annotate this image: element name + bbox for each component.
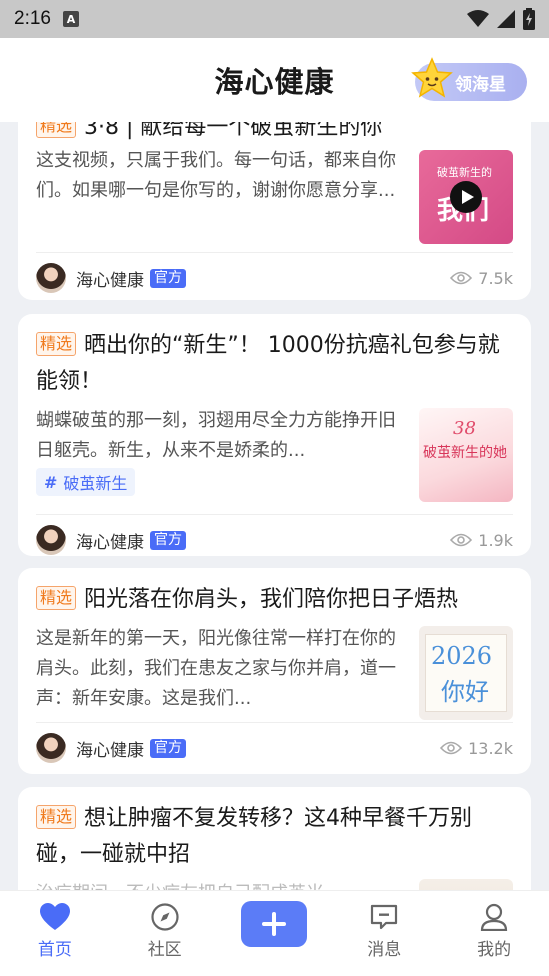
signal-icon [497, 10, 515, 28]
card-excerpt: 这支视频，只属于我们。每一句话，都来自你们。如果哪一句是你写的，谢谢你愿意分享.… [36, 150, 396, 201]
thumb-caption: 破茧新生的 [437, 166, 492, 179]
view-count-value: 1.9k [478, 530, 513, 550]
card-title: 想让肿瘤不复发转移？这4种早餐千万别碰，一碰就中招 [36, 806, 473, 867]
author-avatar[interactable] [36, 263, 66, 293]
tab-label: 社区 [147, 940, 182, 960]
card-body: 这是新年的第一天，阳光像往常一样打在你的肩头。此刻，我们在患友之家与你并肩，道一… [36, 624, 513, 720]
eye-icon [440, 741, 463, 755]
author-name[interactable]: 海心健康 [76, 266, 144, 291]
page-title: 海心健康 [214, 65, 335, 99]
card-text-column: 蝴蝶破茧的那一刻，羽翅用尽全力方能挣开旧日躯壳。新生，从来不是娇柔的... # 破… [36, 406, 419, 502]
author-avatar[interactable] [36, 733, 66, 763]
tab-publish[interactable] [220, 891, 330, 976]
wifi-icon [467, 10, 489, 27]
featured-tag: 精选 [36, 805, 77, 829]
view-count: 7.5k [450, 269, 513, 288]
view-count-value: 7.5k [478, 268, 513, 288]
card-title-row: 精选 阳光落在你肩头，我们陪你把日子焐热 [36, 568, 513, 618]
play-icon[interactable] [450, 181, 482, 213]
heart-icon [39, 903, 70, 930]
eye-icon [450, 271, 473, 285]
claim-star-button[interactable]: 领海星 [411, 57, 527, 101]
card-title: 3·8 | 献给每一个破茧新生的你 [84, 122, 383, 140]
star-icon [411, 57, 453, 98]
status-time: 2:16 [14, 8, 51, 29]
article-thumbnail[interactable]: 38 破茧新生的她 [419, 408, 513, 502]
author-name[interactable]: 海心健康 [76, 736, 144, 761]
card-excerpt: 这是新年的第一天，阳光像往常一样打在你的肩头。此刻，我们在患友之家与你并肩，道一… [36, 628, 396, 709]
tab-home[interactable]: 首页 [0, 891, 110, 976]
card-title-row: 精选 想让肿瘤不复发转移？这4种早餐千万别碰，一碰就中招 [36, 787, 513, 873]
tab-profile[interactable]: 我的 [439, 891, 549, 976]
thumb-caption: 你好 [441, 678, 489, 706]
compass-icon [151, 903, 179, 931]
featured-tag: 精选 [36, 122, 77, 138]
tab-label: 消息 [367, 940, 402, 960]
card-excerpt: 治疗期间，不少病友把自己配成英米... [36, 879, 419, 890]
article-card[interactable]: 精选 阳光落在你肩头，我们陪你把日子焐热 这是新年的第一天，阳光像往常一样打在你的… [18, 568, 531, 774]
person-icon [480, 903, 508, 931]
card-title-row: 精选 晒出你的“新生”！ 1000份抗癌礼包参与就能领！ [36, 314, 513, 400]
tab-label: 我的 [477, 940, 512, 960]
tab-label: 首页 [37, 940, 72, 960]
article-feed[interactable]: 精选 3·8 | 献给每一个破茧新生的你 这支视频，只属于我们。每一句话，都来自你… [0, 122, 549, 890]
author-avatar[interactable] [36, 525, 66, 555]
view-count-value: 13.2k [468, 738, 513, 758]
view-count: 1.9k [450, 531, 513, 550]
card-excerpt: 蝴蝶破茧的那一刻，羽翅用尽全力方能挣开旧日躯壳。新生，从来不是娇柔的... [36, 410, 396, 461]
thumb-year: 2026 [431, 642, 493, 670]
card-footer: 海心健康 官方 7.5k [36, 253, 513, 303]
card-body: 这支视频，只属于我们。每一句话，都来自你们。如果哪一句是你写的，谢谢你愿意分享.… [36, 146, 513, 244]
battery-icon [523, 8, 535, 30]
article-thumbnail[interactable] [419, 879, 513, 890]
hashtag-label: 破茧新生 [63, 474, 128, 493]
card-body: 蝴蝶破茧的那一刻，羽翅用尽全力方能挣开旧日躯壳。新生，从来不是娇柔的... # 破… [36, 406, 513, 502]
tab-community[interactable]: 社区 [110, 891, 220, 976]
status-bar: 2:16 A [0, 0, 549, 38]
official-badge: 官方 [150, 530, 186, 550]
topic-hashtag[interactable]: # 破茧新生 [36, 468, 136, 496]
tab-messages[interactable]: 消息 [329, 891, 439, 976]
card-title: 阳光落在你肩头，我们陪你把日子焐热 [84, 587, 459, 612]
view-count: 13.2k [440, 739, 513, 758]
publish-button[interactable] [241, 901, 308, 947]
card-footer: 海心健康 官方 1.9k [36, 515, 513, 565]
card-body: 治疗期间，不少病友把自己配成英米... [36, 879, 513, 890]
article-thumbnail[interactable]: 2026 你好 [419, 626, 513, 720]
message-icon [371, 904, 398, 930]
article-card[interactable]: 精选 晒出你的“新生”！ 1000份抗癌礼包参与就能领！ 蝴蝶破茧的那一刻，羽翅用… [18, 314, 531, 556]
article-card[interactable]: 精选想让肿瘤不复发转移？这4种早餐千万别碰，一碰就中招 治疗期间，不少病友把自己… [18, 787, 531, 890]
notification-a-icon: A [62, 11, 79, 27]
official-badge: 官方 [150, 738, 186, 758]
plus-icon [262, 912, 287, 936]
card-footer: 海心健康 官方 13.2k [36, 723, 513, 773]
featured-tag: 精选 [36, 332, 77, 356]
card-title: 晒出你的“新生”！ 1000份抗癌礼包参与就能领！ [36, 333, 500, 394]
status-icons [467, 8, 535, 30]
thumb-number: 38 [453, 418, 476, 439]
hash-icon: # [44, 472, 58, 492]
claim-star-label: 领海星 [455, 74, 506, 95]
article-card[interactable]: 精选 3·8 | 献给每一个破茧新生的你 这支视频，只属于我们。每一句话，都来自你… [18, 122, 531, 300]
thumb-caption: 破茧新生的她 [423, 445, 507, 461]
app-header: 海心健康 领海星 [0, 38, 549, 122]
bottom-tab-bar: 首页 社区 消息 我的 [0, 890, 549, 976]
official-badge: 官方 [150, 268, 186, 288]
featured-tag: 精选 [36, 586, 77, 610]
eye-icon [450, 533, 473, 547]
author-name[interactable]: 海心健康 [76, 528, 144, 553]
card-title-row: 精选 3·8 | 献给每一个破茧新生的你 [36, 122, 513, 146]
video-thumbnail[interactable]: 破茧新生的 我们 [419, 150, 513, 244]
